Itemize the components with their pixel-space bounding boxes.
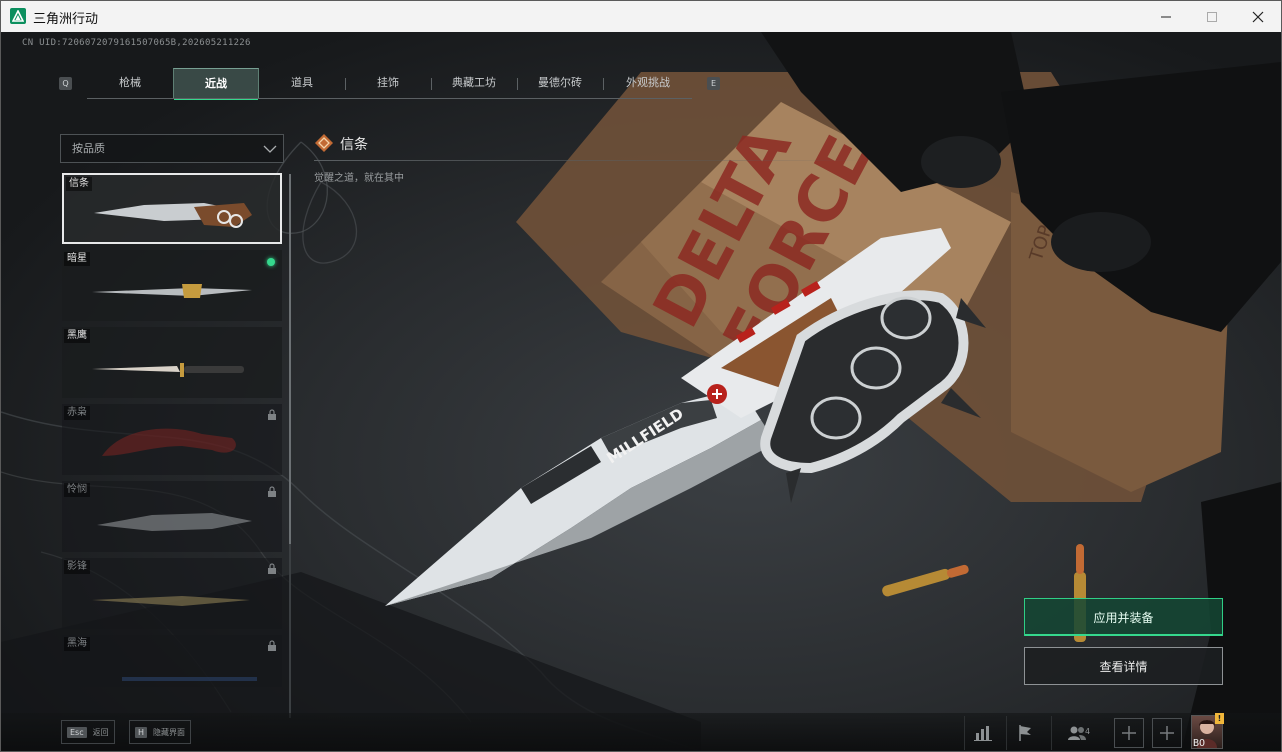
chevron-down-icon [263,145,277,153]
party-slot-2[interactable] [1152,718,1182,748]
weapon-subtitle: 觉醒之道，就在其中 [314,173,404,184]
title-bar: 三角洲行动 [1,1,1281,32]
player-uid: CN UID:7206072079161507065B,202605211226 [22,38,251,48]
friends-count: 4 [1085,727,1091,736]
minimize-button[interactable] [1143,1,1189,32]
tab-appearance-challenge[interactable]: 外观挑战 [603,68,693,99]
back-hint[interactable]: Esc 返回 [61,720,115,744]
plus-icon [1160,726,1174,740]
maximize-button[interactable] [1189,1,1235,32]
weapon-title: 信条 [340,137,368,153]
weapon-item-yingfeng[interactable]: 影锋 [62,558,282,629]
rarity-diamond-icon [315,134,333,152]
plus-icon [1122,726,1136,740]
party-slot-1[interactable] [1114,718,1144,748]
prev-tab-key-hint[interactable]: Q [59,77,72,90]
hide-ui-label: 隐藏界面 [153,727,186,737]
knife-thumbnail [97,513,252,531]
esc-key-badge: Esc [67,726,87,738]
lock-icon [268,640,276,651]
knife-thumbnail [92,284,252,298]
list-scrollbar-thumb[interactable] [289,174,291,544]
tab-charms[interactable]: 挂饰 [345,68,431,99]
tab-mandel-brick[interactable]: 曼德尔砖 [517,68,603,99]
header-divider [314,160,874,161]
weapon-item-chixiao[interactable]: 赤枭 [62,404,282,475]
tab-items[interactable]: 道具 [259,68,345,99]
bottom-bar: Esc 返回 H 隐藏界面 4 BO ! [1,713,1281,751]
melee-weapon-list: 按品质 信条 暗星 黑鹰 赤枭 怜悯 影锋 黑海 [60,134,291,718]
flag-icon [1018,725,1031,741]
flag-button[interactable] [1006,716,1042,750]
app-logo-icon [10,8,26,24]
weapon-item-anxing[interactable]: 暗星 [62,250,282,321]
next-tab-key-hint[interactable]: E [707,77,720,90]
knife-thumbnail [92,363,244,377]
sort-dropdown[interactable]: 按品质 [60,134,284,163]
tab-melee[interactable]: 近战 [173,68,259,100]
weapon-item-name: 信条 [66,177,92,191]
lock-icon [268,486,276,497]
player-level: BO [1193,738,1206,749]
view-details-button[interactable]: 查看详情 [1024,647,1223,685]
weapon-item-name: 影锋 [64,560,90,574]
hero-knife-render: MILLFIELD [385,228,986,606]
lock-icon [268,409,276,420]
tab-firearms[interactable]: 枪械 [87,68,173,99]
friends-button[interactable] [1051,716,1101,750]
weapon-item-heihai[interactable]: 黑海 [62,635,282,687]
weapon-item-lianmin[interactable]: 怜悯 [62,481,282,552]
close-button[interactable] [1235,1,1281,32]
hide-ui-hint[interactable]: H 隐藏界面 [129,720,192,744]
bar-chart-icon [973,726,992,741]
lock-icon [268,563,276,574]
apply-and-equip-button[interactable]: 应用并装备 [1024,598,1223,636]
tab-underline [87,98,692,99]
stats-button[interactable] [964,716,1000,750]
weapon-item-name: 暗星 [64,252,90,266]
armory-scene: DELTA FORCE TOP SECRET CN UID:7206072079… [1,32,1281,751]
back-label: 返回 [92,727,109,737]
knife-thumbnail [92,596,250,606]
knife-thumbnail [102,428,236,456]
h-key-badge: H [135,726,148,738]
game-window: 三角洲行动 DELTA FORCE T [0,0,1282,752]
weapon-item-heiying[interactable]: 黑鹰 [62,327,282,398]
equipped-indicator [267,258,275,266]
knife-thumbnail [122,677,257,681]
player-avatar[interactable]: BO ! [1191,713,1224,749]
friends-icon [1067,726,1086,740]
weapon-item-name: 赤枭 [64,406,90,420]
knife-thumbnail [94,203,252,228]
window-title: 三角洲行动 [33,12,99,27]
tab-collection-workshop[interactable]: 典藏工坊 [431,68,517,99]
category-tab-bar: Q 枪械 近战 道具 挂饰 典藏工坊 曼德尔砖 外观挑战 E [57,68,723,100]
weapon-item-name: 黑海 [64,637,90,651]
sort-dropdown-value: 按品质 [72,142,105,155]
weapon-item-name: 黑鹰 [64,329,90,343]
weapon-item-name: 怜悯 [64,483,90,497]
notification-badge: ! [1215,713,1224,724]
weapon-detail-header: 信条 [314,131,1054,163]
weapon-item-xintiao[interactable]: 信条 [62,173,282,244]
